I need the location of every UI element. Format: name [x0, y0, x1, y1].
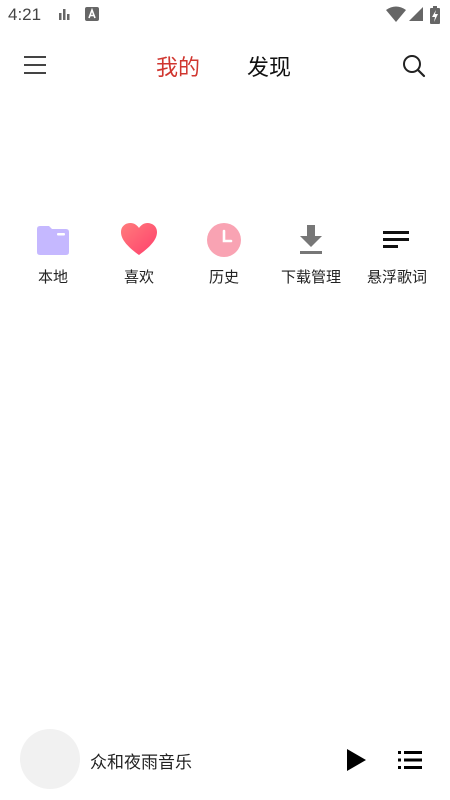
action-favorites[interactable]: 喜欢	[94, 220, 184, 295]
album-cover[interactable]	[20, 729, 80, 789]
action-favorites-label: 喜欢	[123, 268, 154, 286]
action-floating-lyrics-label: 悬浮歌词	[366, 268, 427, 286]
hamburger-menu-icon[interactable]	[20, 52, 50, 78]
battery-charging-icon	[430, 6, 440, 28]
play-icon[interactable]	[344, 747, 368, 773]
playlist-icon[interactable]	[397, 749, 423, 771]
heart-icon	[119, 220, 159, 260]
quick-actions: 本地 喜欢 历史 下载管理 悬浮歌词	[0, 220, 450, 300]
track-title[interactable]: 众和夜雨音乐	[90, 748, 192, 773]
download-icon	[291, 220, 331, 260]
search-icon[interactable]	[400, 52, 428, 80]
status-time: 4:21	[8, 5, 42, 24]
action-history-label: 历史	[208, 268, 239, 286]
action-download-manager-label: 下载管理	[280, 268, 341, 286]
lyrics-lines-icon	[377, 220, 417, 260]
action-download-manager[interactable]: 下载管理	[266, 220, 356, 295]
action-local[interactable]: 本地	[8, 220, 98, 295]
tab-discover[interactable]: 发现	[247, 50, 291, 82]
signal-bars-icon	[58, 6, 72, 26]
clock-icon	[204, 220, 244, 260]
status-bar: 4:21	[0, 0, 450, 32]
folder-icon	[33, 220, 73, 260]
mini-player: 众和夜雨音乐	[0, 725, 450, 795]
action-local-label: 本地	[37, 268, 68, 286]
app-notification-icon	[84, 6, 100, 26]
wifi-icon	[386, 6, 406, 26]
cell-signal-icon	[408, 6, 424, 26]
action-floating-lyrics[interactable]: 悬浮歌词	[352, 220, 442, 295]
tab-mine[interactable]: 我的	[156, 50, 200, 82]
action-history[interactable]: 历史	[179, 220, 269, 295]
top-app-bar: 我的 发现	[0, 40, 450, 90]
